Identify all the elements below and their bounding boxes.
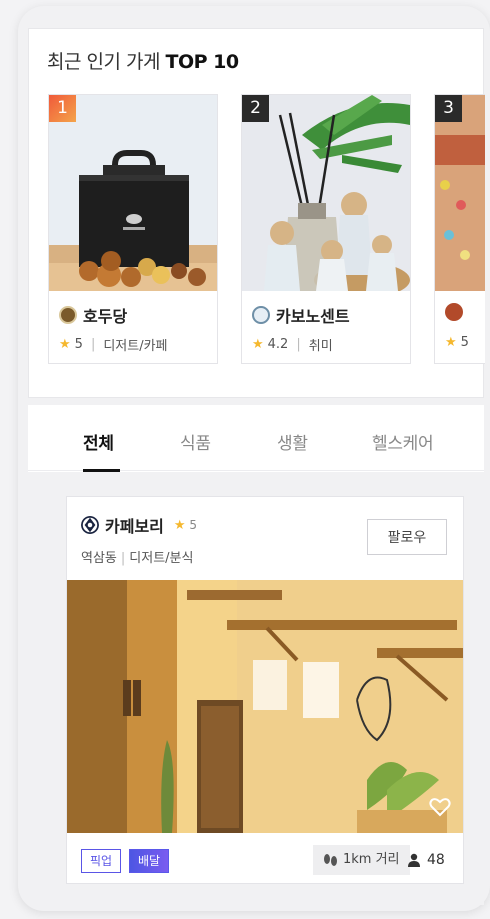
store-card[interactable]: 1 호두당 ★ 5 | 디저트/카페 [48,94,218,364]
store-name [445,303,469,321]
star-icon: ★ [252,337,264,352]
rank-badge: 1 [49,95,76,122]
tab-all[interactable]: 전체 [83,429,114,454]
star-icon: ★ [173,517,186,533]
top10-title: 최근 인기 가게 TOP 10 [47,51,239,73]
footprint-icon [324,854,337,866]
post-footer: 픽업 배달 1km 거리 48 [67,833,463,885]
store-meta: ★ 4.2 | 취미 [252,337,333,354]
store-logo-icon [252,306,270,324]
rank-badge: 2 [242,95,269,122]
store-post-card[interactable]: 카페보리 ★ 5 역삼동 | 디저트/분식 팔로우 픽업 배달 1km 거리 4… [66,496,464,884]
store-photo [435,95,485,291]
feed-section: 전체 식품 생활 헬스케어 카페보리 ★ 5 역삼동|디저트/분식 팔로우 [28,405,484,905]
delivery-chip: 배달 [129,849,170,873]
star-icon: ★ [59,337,71,352]
pickup-chip: 픽업 [81,849,122,873]
rank-badge: 3 [435,95,462,122]
store-name: 카보노센트 [252,303,350,327]
store-logo-icon [59,306,77,324]
top10-section: 최근 인기 가게 TOP 10 1 호두당 ★ 5 | 디저트/카페 2 카보노… [28,28,485,398]
post-photo[interactable] [67,580,463,833]
store-photo [49,95,217,291]
follow-button[interactable]: 팔로우 [367,519,447,555]
store-photo [242,95,410,291]
post-location: 역삼동 | 디저트/분식 [81,551,194,566]
store-name: 호두당 [59,303,127,327]
store-meta: ★ 5 | 디저트/카페 [59,337,168,354]
follower-count: 48 [407,845,445,875]
tab-healthcare[interactable]: 헬스케어 [372,429,434,454]
heart-icon[interactable] [429,797,451,817]
store-meta: ★ 5 [445,335,469,350]
store-card[interactable]: 2 카보노센트 ★ 4.2 | 취미 [241,94,411,364]
top10-carousel[interactable]: 1 호두당 ★ 5 | 디저트/카페 2 카보노센트 ★ 4.2 | 취미 3 … [48,94,485,364]
store-logo-icon [81,516,99,534]
tab-food[interactable]: 식품 [180,429,211,454]
distance-badge: 1km 거리 [313,845,410,875]
category-tabs: 전체 식품 생활 헬스케어 [28,405,484,472]
post-store-name[interactable]: 카페보리 ★ 5 [81,513,197,537]
store-card[interactable]: 3 ★ 5 [434,94,485,364]
post-header: 카페보리 ★ 5 역삼동 | 디저트/분식 [81,513,197,566]
person-icon [408,853,420,867]
store-logo-icon [445,303,463,321]
star-icon: ★ [445,335,457,350]
tab-living[interactable]: 생활 [277,429,308,454]
